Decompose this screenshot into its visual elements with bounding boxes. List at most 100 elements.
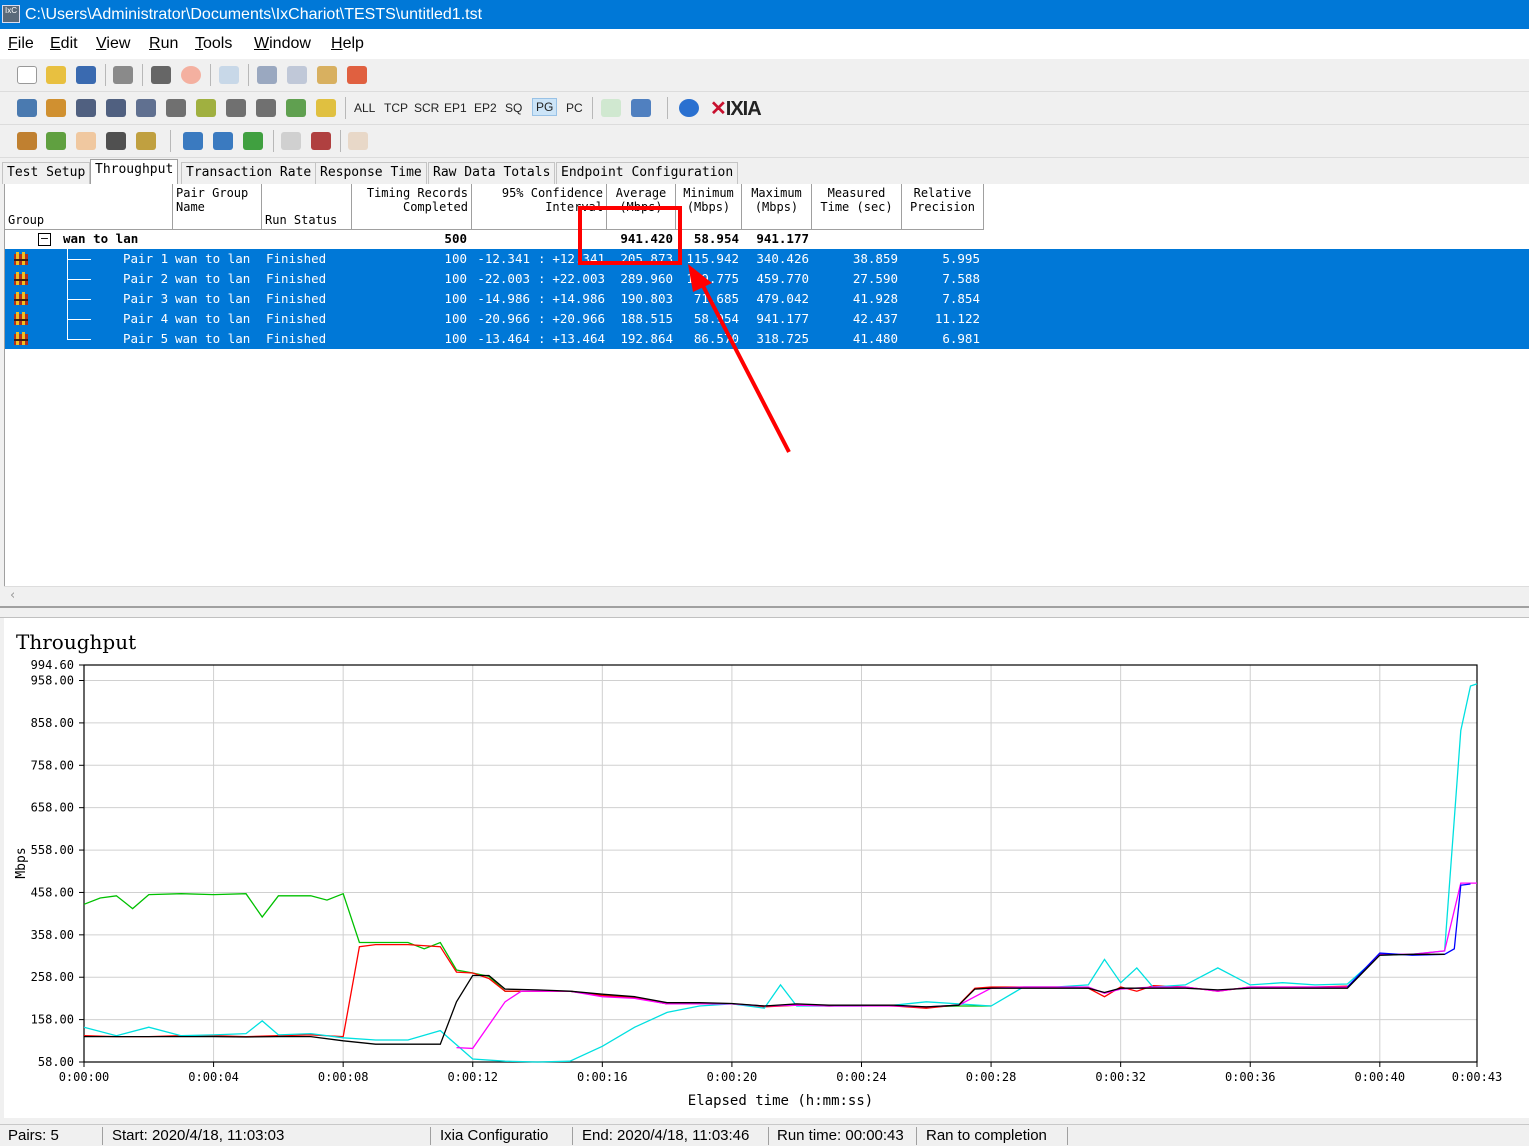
open-folder-icon[interactable] [46,66,66,84]
new-file-icon[interactable] [17,66,37,84]
tab-response-time[interactable]: Response Time [315,162,427,184]
collapse-icon[interactable]: − [38,233,51,246]
pair-row[interactable]: Pair 2 wan to lan Finished 100 -22.003 +22.00… [5,269,1529,289]
menu-run[interactable]: Run [149,35,178,53]
ci-separator: : [538,251,546,266]
filter-scr[interactable]: SCR [414,101,439,115]
endpoint-stop-icon[interactable] [46,132,66,150]
add-pair-icon[interactable] [17,99,37,117]
filter-pc[interactable]: PC [566,101,583,115]
tab-test-setup[interactable]: Test Setup [2,162,91,184]
reverse-icon[interactable] [243,132,263,150]
title-bar: IxC C:\Users\Administrator\Documents\IxC… [0,0,1529,29]
menu-tools[interactable]: Tools [195,35,232,53]
column-header-relative-precision[interactable]: Relative Precision [902,184,984,230]
tab-endpoint-configuration[interactable]: Endpoint Configuration [556,162,739,184]
menu-edit[interactable]: Edit [50,35,78,53]
tree-branch [67,259,91,260]
refresh-icon[interactable] [219,66,239,84]
y-tick-label: 458.00 [31,885,74,899]
horizontal-scrollbar[interactable]: ‹ [4,586,1529,606]
cell-measured-time: 42.437 [852,311,898,326]
x-tick-label: 0:00:32 [1095,1070,1146,1084]
network-icon[interactable] [106,99,126,117]
tree-branch [67,339,91,340]
cell-precision: 5.995 [942,251,980,266]
menu-window[interactable]: Window [254,35,311,53]
group-row[interactable]: − wan to lan 500 941.420 58.954 941.177 [5,229,1529,249]
cell-records: 100 [444,271,467,286]
copy-icon[interactable] [287,66,307,84]
column-header-timing-records[interactable]: Timing Records Completed [352,184,472,230]
ranking-icon[interactable] [316,99,336,117]
pair-row[interactable]: Pair 4 wan to lan Finished 100 -20.966 +20.96… [5,309,1529,329]
pair-row[interactable]: Pair 3 wan to lan Finished 100 -14.986 +14.98… [5,289,1529,309]
cell-run-status: Finished [266,311,327,326]
endpoint-run-icon[interactable] [17,132,37,150]
filter-sq[interactable]: SQ [505,101,522,115]
menu-file[interactable]: File [8,35,34,53]
cell-average: 190.803 [620,291,673,306]
hardware-icon[interactable] [286,99,306,117]
paste-icon[interactable] [317,66,337,84]
x-tick-label: 0:00:28 [966,1070,1017,1084]
edit-pair-icon[interactable] [136,99,156,117]
menu-view[interactable]: View [96,35,130,53]
stop-icon[interactable] [181,66,201,84]
column-header-run-status[interactable]: Run Status [262,184,352,230]
import-icon[interactable] [631,99,651,117]
x-tick-label: 0:00:08 [318,1070,369,1084]
filter-tcp[interactable]: TCP [384,101,408,115]
properties-icon[interactable] [348,132,368,150]
measure-icon[interactable] [226,99,246,117]
column-header-pair-group-name[interactable]: Pair Group Name [173,184,262,230]
endpoint-config-icon[interactable] [136,132,156,150]
swap-all-icon[interactable] [213,132,233,150]
export-icon[interactable] [601,99,621,117]
filter-pg[interactable]: PG [532,98,558,116]
column-header-maximum[interactable]: Maximum (Mbps) [742,184,812,230]
edit-script-icon[interactable] [196,99,216,117]
application-icon[interactable] [256,99,276,117]
cut-icon[interactable] [257,66,277,84]
cell-minimum: 115.942 [686,251,739,266]
column-header-group[interactable]: Group [5,184,173,230]
print-icon[interactable] [113,66,133,84]
cell-minimum: 179.775 [686,271,739,286]
endpoint-tools-icon[interactable] [106,132,126,150]
filter-all[interactable]: ALL [354,101,375,115]
pair-row[interactable]: Pair 5 wan to lan Finished 100 -13.464 +13.46… [5,329,1529,349]
status-end: End: 2020/4/18, 11:03:46 [582,1127,750,1144]
x-tick-label: 0:00:16 [577,1070,628,1084]
cell-measured-time: 27.590 [852,271,898,286]
pane-splitter[interactable] [0,606,1529,618]
column-header-minimum[interactable]: Minimum (Mbps) [676,184,742,230]
tab-throughput[interactable]: Throughput [90,159,179,184]
scroll-left-icon[interactable]: ‹ [10,588,15,603]
save-icon[interactable] [76,66,96,84]
tab-transaction-rate[interactable]: Transaction Rate [181,162,317,184]
group-icon[interactable] [281,132,301,150]
tab-raw-data-totals[interactable]: Raw Data Totals [428,162,556,184]
endpoint-pause-icon[interactable] [76,132,96,150]
run-icon[interactable] [151,66,171,84]
cell-ci-low: -13.464 [477,331,530,346]
menu-help[interactable]: Help [331,35,364,53]
script-icon[interactable] [166,99,186,117]
cell-precision: 6.981 [942,331,980,346]
column-header-measured-time[interactable]: Measured Time (sec) [812,184,902,230]
pair-row[interactable]: Pair 1 wan to lan Finished 100 -12.341 +12.34… [5,249,1529,269]
delete-icon[interactable] [347,66,367,84]
y-tick-label: 258.00 [31,970,74,984]
swap-icon[interactable] [183,132,203,150]
filter-ep1[interactable]: EP1 [444,101,467,115]
info-icon[interactable] [679,99,699,117]
cell-records: 100 [444,291,467,306]
add-endpoint-icon[interactable] [76,99,96,117]
cell-average: 192.864 [620,331,673,346]
add-multicast-icon[interactable] [46,99,66,117]
ungroup-icon[interactable] [311,132,331,150]
filter-ep2[interactable]: EP2 [474,101,497,115]
cell-run-status: Finished [266,331,327,346]
cell-ci-high: +20.966 [552,311,605,326]
